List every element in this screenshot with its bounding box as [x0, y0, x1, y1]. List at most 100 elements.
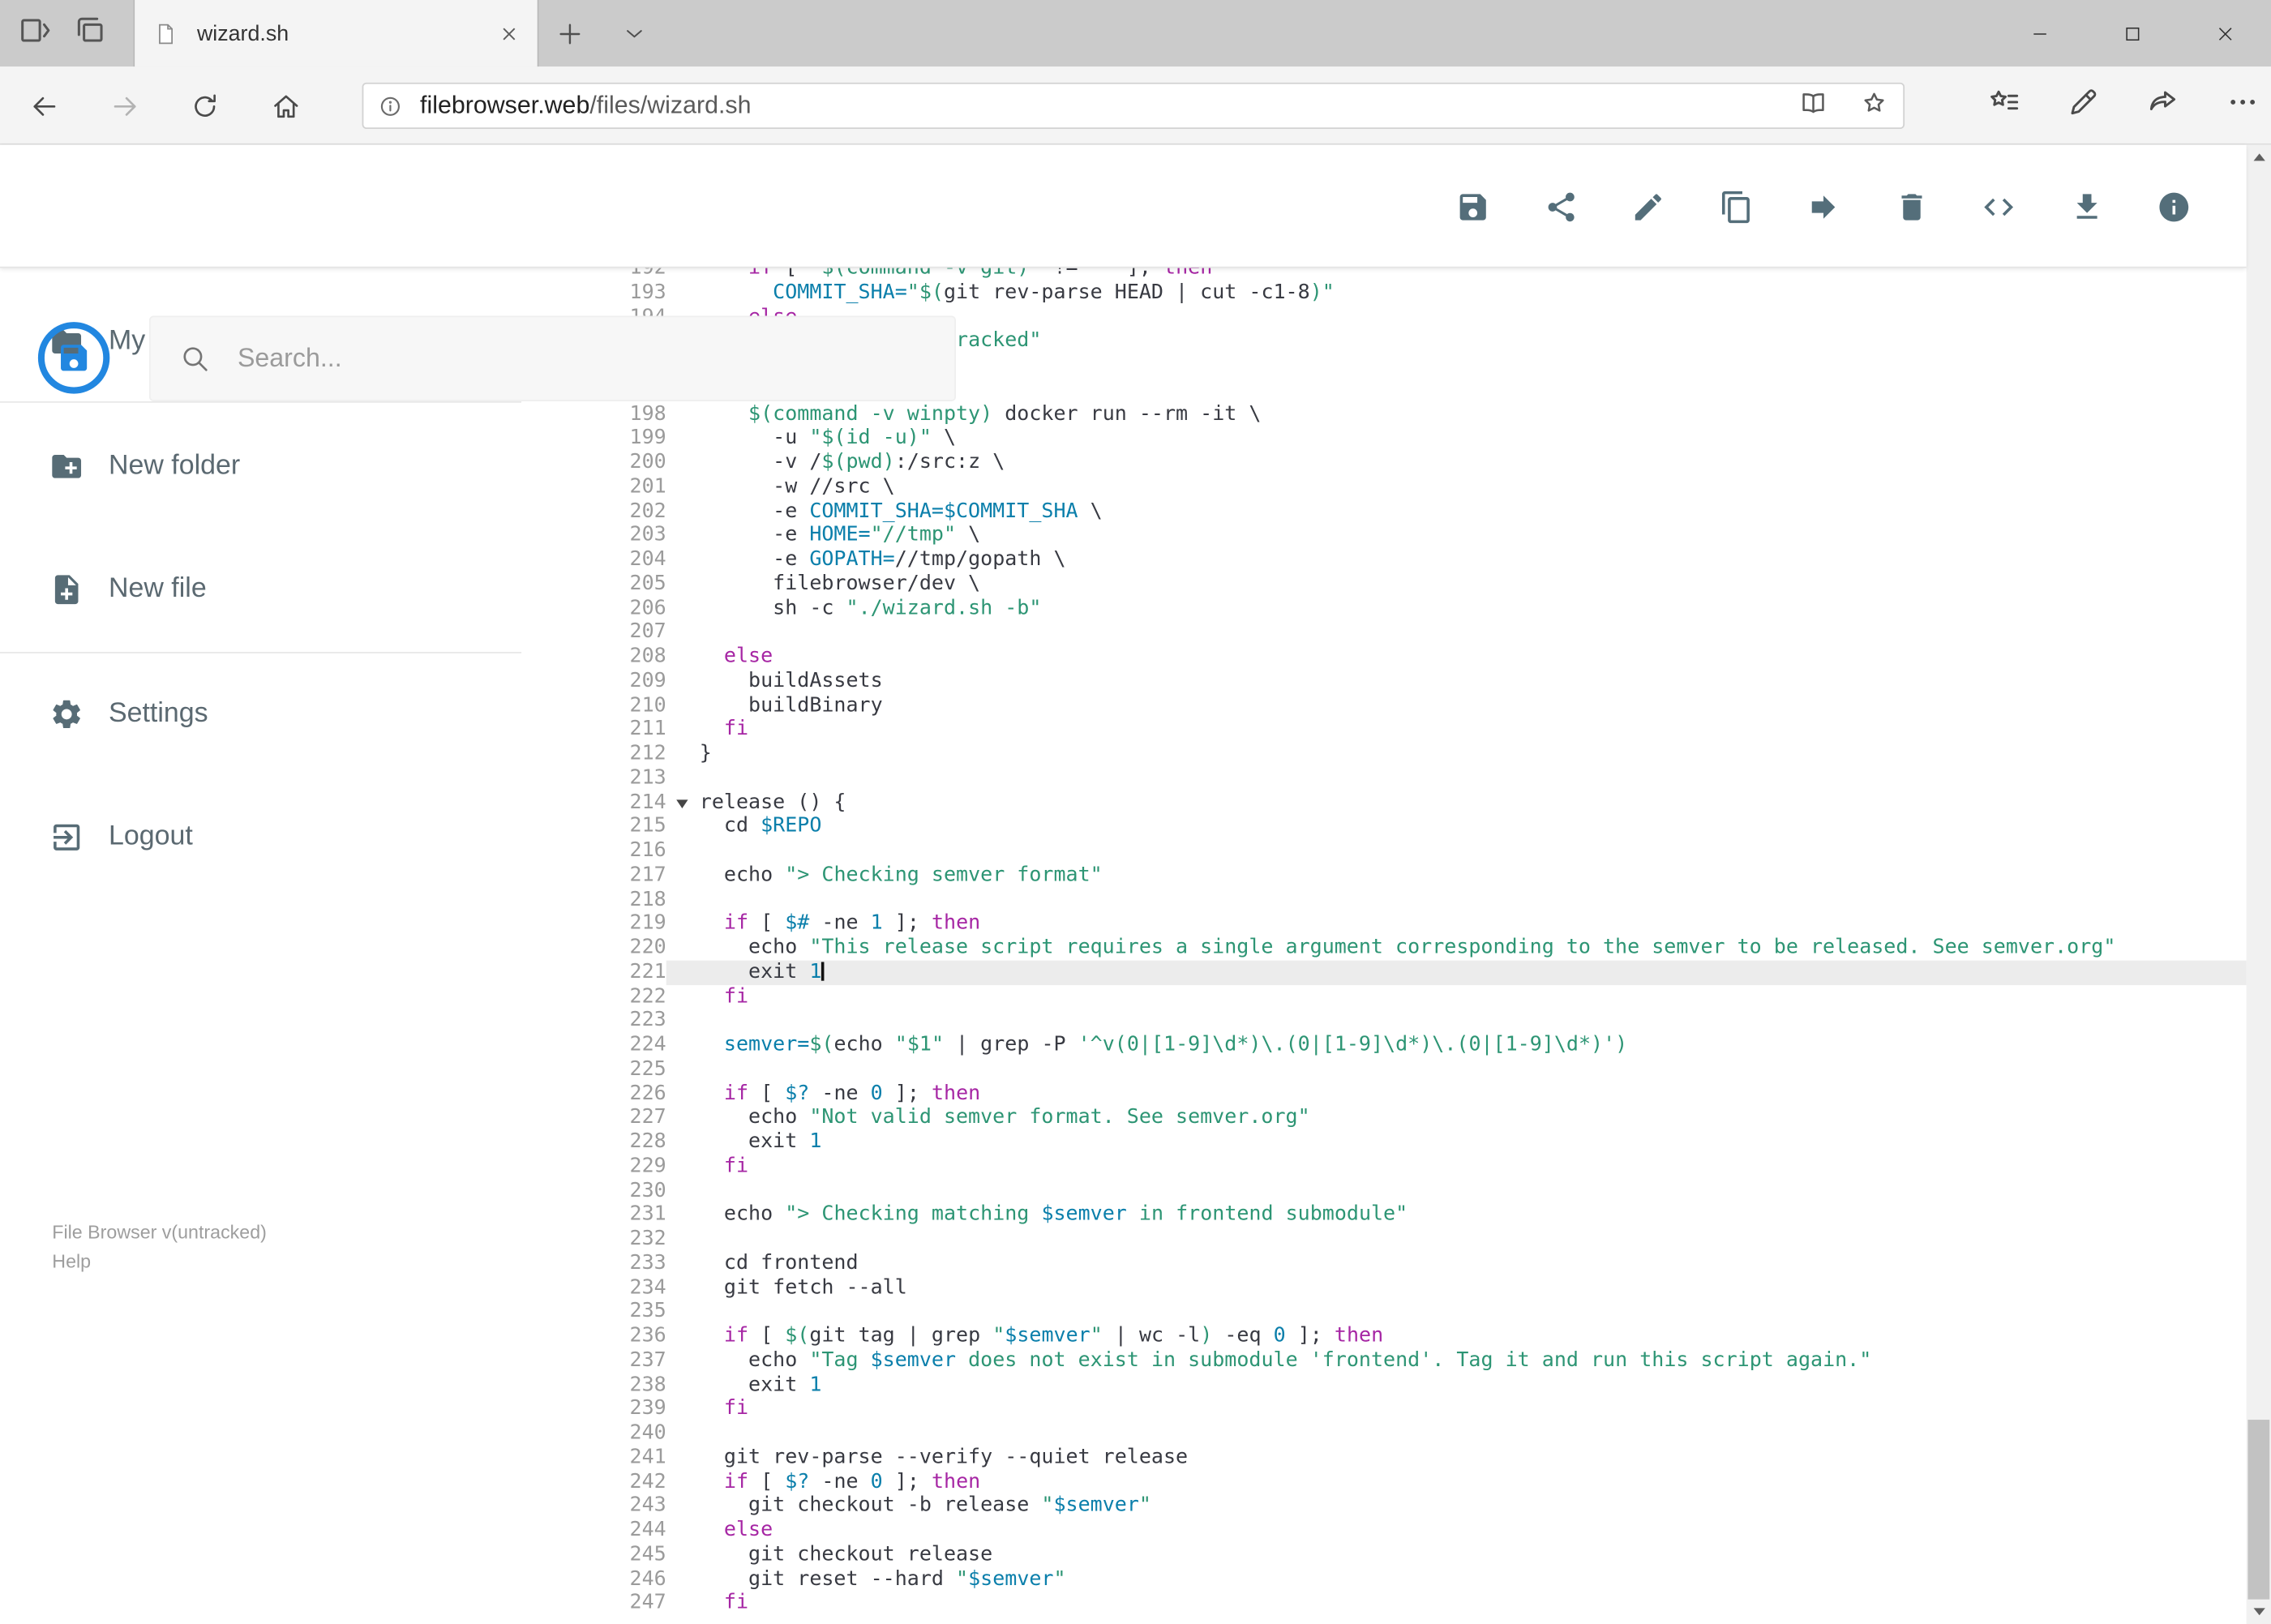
sidebar-item-settings[interactable]: Settings: [0, 676, 580, 752]
code-view-button[interactable]: [1982, 189, 2016, 224]
code-line-206[interactable]: 206 sh -c "./wizard.sh -b": [580, 596, 2247, 620]
code-line-245[interactable]: 245 git checkout release: [580, 1542, 2247, 1566]
code-line-text[interactable]: }: [666, 742, 2247, 766]
code-line-211[interactable]: 211 fi: [580, 718, 2247, 742]
code-line-240[interactable]: 240: [580, 1421, 2247, 1446]
code-line-text[interactable]: if [ $? -ne 0 ]; then: [666, 1470, 2247, 1494]
code-line-234[interactable]: 234 git fetch --all: [580, 1275, 2247, 1300]
code-line-text[interactable]: -u "$(id -u)" \: [666, 426, 2247, 451]
code-line-212[interactable]: 212}: [580, 742, 2247, 766]
code-line-193[interactable]: 193 COMMIT_SHA="$(git rev-parse HEAD | c…: [580, 281, 2247, 305]
code-line-205[interactable]: 205 filebrowser/dev \: [580, 572, 2247, 596]
tab-list-chevron-icon[interactable]: [623, 0, 646, 66]
share-icon[interactable]: [2146, 85, 2179, 126]
code-line-226[interactable]: 226 if [ $? -ne 0 ]; then: [580, 1082, 2247, 1106]
code-line-213[interactable]: 213: [580, 766, 2247, 791]
code-line-text[interactable]: buildAssets: [666, 669, 2247, 693]
delete-button[interactable]: [1894, 189, 1929, 224]
address-bar[interactable]: filebrowser.web/files/wizard.sh: [362, 82, 1905, 130]
code-line-text[interactable]: COMMIT_SHA="$(git rev-parse HEAD | cut -…: [666, 281, 2247, 305]
code-line-text[interactable]: if [ "$(command -v git)" != "" ]; then: [666, 268, 2247, 281]
code-line-232[interactable]: 232: [580, 1227, 2247, 1251]
code-line-text[interactable]: [666, 1421, 2247, 1446]
code-line-223[interactable]: 223: [580, 1009, 2247, 1033]
scrollbar-thumb[interactable]: [2247, 1420, 2270, 1600]
code-line-text[interactable]: fi: [666, 1591, 2247, 1615]
code-line-207[interactable]: 207: [580, 620, 2247, 645]
code-line-219[interactable]: 219 if [ $# -ne 1 ]; then: [580, 911, 2247, 936]
code-line-229[interactable]: 229 fi: [580, 1155, 2247, 1179]
sidebar-item-new-file[interactable]: New file: [0, 552, 580, 628]
rename-button[interactable]: [1630, 189, 1665, 224]
code-line-text[interactable]: fi: [666, 1397, 2247, 1421]
code-line-text[interactable]: filebrowser/dev \: [666, 572, 2247, 596]
code-line-text[interactable]: exit 1: [666, 1130, 2247, 1155]
code-line-text[interactable]: [666, 839, 2247, 863]
code-line-200[interactable]: 200 -v /$(pwd):/src:z \: [580, 451, 2247, 475]
code-line-text[interactable]: -e COMMIT_SHA=$COMMIT_SHA \: [666, 499, 2247, 524]
code-line-text[interactable]: -e GOPATH=//tmp/gopath \: [666, 547, 2247, 572]
sidebar-item-logout[interactable]: Logout: [0, 799, 580, 875]
code-line-text[interactable]: git checkout release: [666, 1542, 2247, 1566]
code-line-text[interactable]: if [ $(git tag | grep "$semver" | wc -l)…: [666, 1324, 2247, 1348]
code-line-239[interactable]: 239 fi: [580, 1397, 2247, 1421]
code-line-225[interactable]: 225: [580, 1057, 2247, 1082]
more-options-icon[interactable]: [2226, 85, 2260, 126]
code-line-text[interactable]: [666, 1057, 2247, 1082]
code-line-238[interactable]: 238 exit 1: [580, 1373, 2247, 1397]
code-line-text[interactable]: release () {: [666, 791, 2247, 815]
window-minimize-button[interactable]: [1993, 0, 2085, 66]
code-line-231[interactable]: 231 echo "> Checking matching $semver in…: [580, 1202, 2247, 1227]
code-line-214[interactable]: 214 release () {: [580, 791, 2247, 815]
tab-close-icon[interactable]: [499, 24, 518, 42]
code-line-text[interactable]: git rev-parse --verify --quiet release: [666, 1446, 2247, 1470]
code-line-217[interactable]: 217 echo "> Checking semver format": [580, 863, 2247, 887]
browser-tab[interactable]: wizard.sh: [133, 0, 539, 67]
code-line-216[interactable]: 216: [580, 839, 2247, 863]
code-line-218[interactable]: 218: [580, 887, 2247, 911]
set-tabs-aside-icon[interactable]: [17, 12, 52, 54]
web-note-pen-icon[interactable]: [2067, 85, 2100, 126]
code-line-242[interactable]: 242 if [ $? -ne 0 ]; then: [580, 1470, 2247, 1494]
code-line-209[interactable]: 209 buildAssets: [580, 669, 2247, 693]
code-line-192[interactable]: 192 if [ "$(command -v git)" != "" ]; th…: [580, 268, 2247, 281]
hub-favorites-icon[interactable]: [1987, 85, 2020, 126]
refresh-button[interactable]: [181, 83, 227, 129]
code-line-233[interactable]: 233 cd frontend: [580, 1251, 2247, 1275]
code-line-text[interactable]: if [ $? -ne 0 ]; then: [666, 1082, 2247, 1106]
code-line-text[interactable]: fi: [666, 718, 2247, 742]
code-line-230[interactable]: 230: [580, 1179, 2247, 1203]
code-line-203[interactable]: 203 -e HOME="//tmp" \: [580, 523, 2247, 547]
code-line-228[interactable]: 228 exit 1: [580, 1130, 2247, 1155]
reading-view-icon[interactable]: [1799, 88, 1828, 124]
code-line-text[interactable]: [666, 1300, 2247, 1324]
code-line-text[interactable]: -v /$(pwd):/src:z \: [666, 451, 2247, 475]
code-line-198[interactable]: 198 $(command -v winpty) docker run --rm…: [580, 402, 2247, 426]
code-line-text[interactable]: else: [666, 1519, 2247, 1543]
code-line-text[interactable]: [666, 1227, 2247, 1251]
code-line-text[interactable]: [666, 1009, 2247, 1033]
code-line-text[interactable]: buildBinary: [666, 693, 2247, 718]
code-line-text[interactable]: fi: [666, 1155, 2247, 1179]
help-link[interactable]: Help: [52, 1247, 267, 1276]
forward-button[interactable]: [101, 83, 148, 129]
scroll-down-arrow-icon[interactable]: [2247, 1600, 2271, 1624]
code-line-text[interactable]: if [ $# -ne 1 ]; then: [666, 911, 2247, 936]
window-close-button[interactable]: [2179, 0, 2271, 66]
window-maximize-button[interactable]: [2085, 0, 2178, 66]
code-line-text[interactable]: [666, 620, 2247, 645]
code-line-text[interactable]: [666, 1179, 2247, 1203]
tabs-preview-icon[interactable]: [72, 12, 107, 54]
code-line-224[interactable]: 224 semver=$(echo "$1" | grep -P '^v(0|[…: [580, 1033, 2247, 1057]
search-input[interactable]: [237, 343, 926, 374]
save-button[interactable]: [1455, 189, 1490, 224]
code-line-text[interactable]: else: [666, 645, 2247, 669]
code-line-221[interactable]: 221 exit 1: [580, 960, 2247, 985]
copy-button[interactable]: [1719, 189, 1754, 224]
code-line-text[interactable]: fi: [666, 984, 2247, 1009]
code-line-246[interactable]: 246 git reset --hard "$semver": [580, 1566, 2247, 1591]
new-tab-button[interactable]: [556, 0, 584, 66]
code-line-247[interactable]: 247 fi: [580, 1591, 2247, 1615]
code-line-215[interactable]: 215 cd $REPO: [580, 815, 2247, 839]
code-line-227[interactable]: 227 echo "Not valid semver format. See s…: [580, 1106, 2247, 1130]
